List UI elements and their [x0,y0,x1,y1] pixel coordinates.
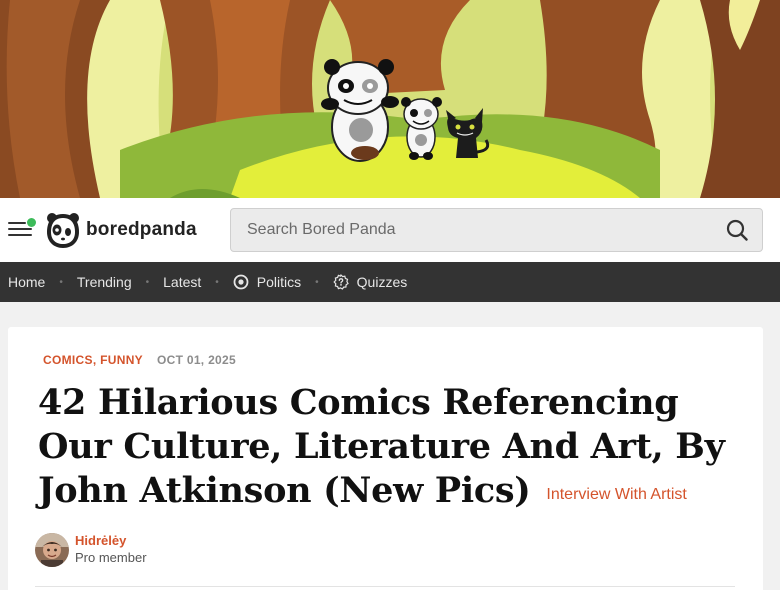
nav-item-politics[interactable]: Politics [233,274,301,290]
site-header: boredpanda [0,198,780,262]
nav-separator: • [59,276,63,288]
menu-bar [8,234,32,236]
header-banner [0,0,780,198]
panda-illustration [0,0,780,198]
author-role: Pro member [75,550,147,565]
notification-dot [27,218,36,227]
nav-item-home[interactable]: Home [8,274,45,290]
nav-separator: • [215,276,219,288]
nav-item-quizzes[interactable]: Quizzes [333,274,408,290]
category-separator: , [92,353,97,367]
nav-item-trending[interactable]: Trending [77,274,132,290]
search-bar [230,208,763,252]
search-input[interactable] [231,209,711,251]
nav-item-label: Home [8,274,46,290]
menu-bar [8,222,26,224]
article-date: OCT 01, 2025 [157,353,236,367]
category-link-funny[interactable]: FUNNY [100,353,143,367]
nav-item-label: Trending [76,274,132,290]
nav-item-label: Quizzes [356,274,408,290]
article-title: 42 Hilarious Comics Referencing Our Cult… [38,381,738,517]
author-avatar[interactable] [35,533,69,567]
author-name-link[interactable]: Hidrėlėy [75,533,147,549]
author-block: Hidrėlėy Pro member [35,533,147,567]
article-meta: COMICS , FUNNY OCT 01, 2025 [43,353,236,367]
search-icon[interactable] [726,219,748,241]
nav-item-label: Latest [163,274,202,290]
hamburger-menu-button[interactable] [8,218,36,240]
main-nav: Home • Trending • Latest • Politics • Qu… [0,262,780,302]
interview-badge-link[interactable]: Interview With Artist [546,486,686,503]
site-logo[interactable]: boredpanda [46,210,197,250]
author-info: Hidrėlėy Pro member [75,533,147,567]
divider [35,586,735,587]
category-link-comics[interactable]: COMICS [43,353,93,367]
nav-item-latest[interactable]: Latest [163,274,201,290]
panda-logo-icon [47,213,79,248]
site-name: boredpanda [86,219,197,240]
politics-icon [233,274,249,290]
nav-separator: • [145,276,150,288]
article-card: COMICS , FUNNY OCT 01, 2025 42 Hilarious… [8,327,763,590]
nav-item-label: Politics [256,274,302,290]
nav-separator: • [315,276,319,288]
menu-bar [8,228,32,230]
quiz-icon [333,274,349,290]
